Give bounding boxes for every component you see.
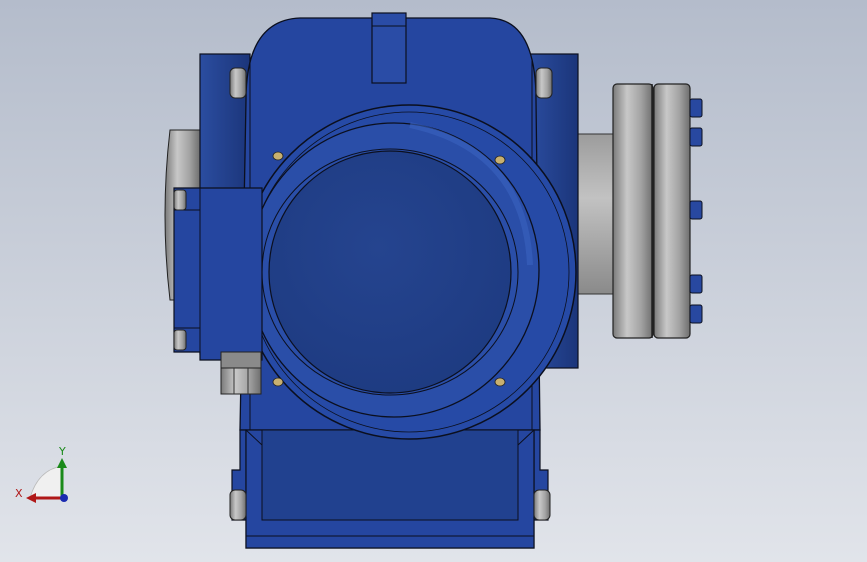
y-axis-label: Y xyxy=(58,445,66,458)
side-housing-box xyxy=(173,187,263,361)
top-rib xyxy=(371,12,407,84)
drain-plug xyxy=(220,351,262,395)
flange-disc-inner xyxy=(612,83,654,339)
output-shaft xyxy=(575,133,619,295)
z-axis-dot xyxy=(60,494,68,502)
cad-viewport[interactable]: Y X xyxy=(0,0,867,562)
cover-face xyxy=(268,150,512,394)
flange-bolts xyxy=(689,98,703,324)
x-axis-label: X xyxy=(15,487,23,500)
flange-disc-outer xyxy=(653,83,691,339)
cad-model-view[interactable]: Y X xyxy=(0,0,867,562)
